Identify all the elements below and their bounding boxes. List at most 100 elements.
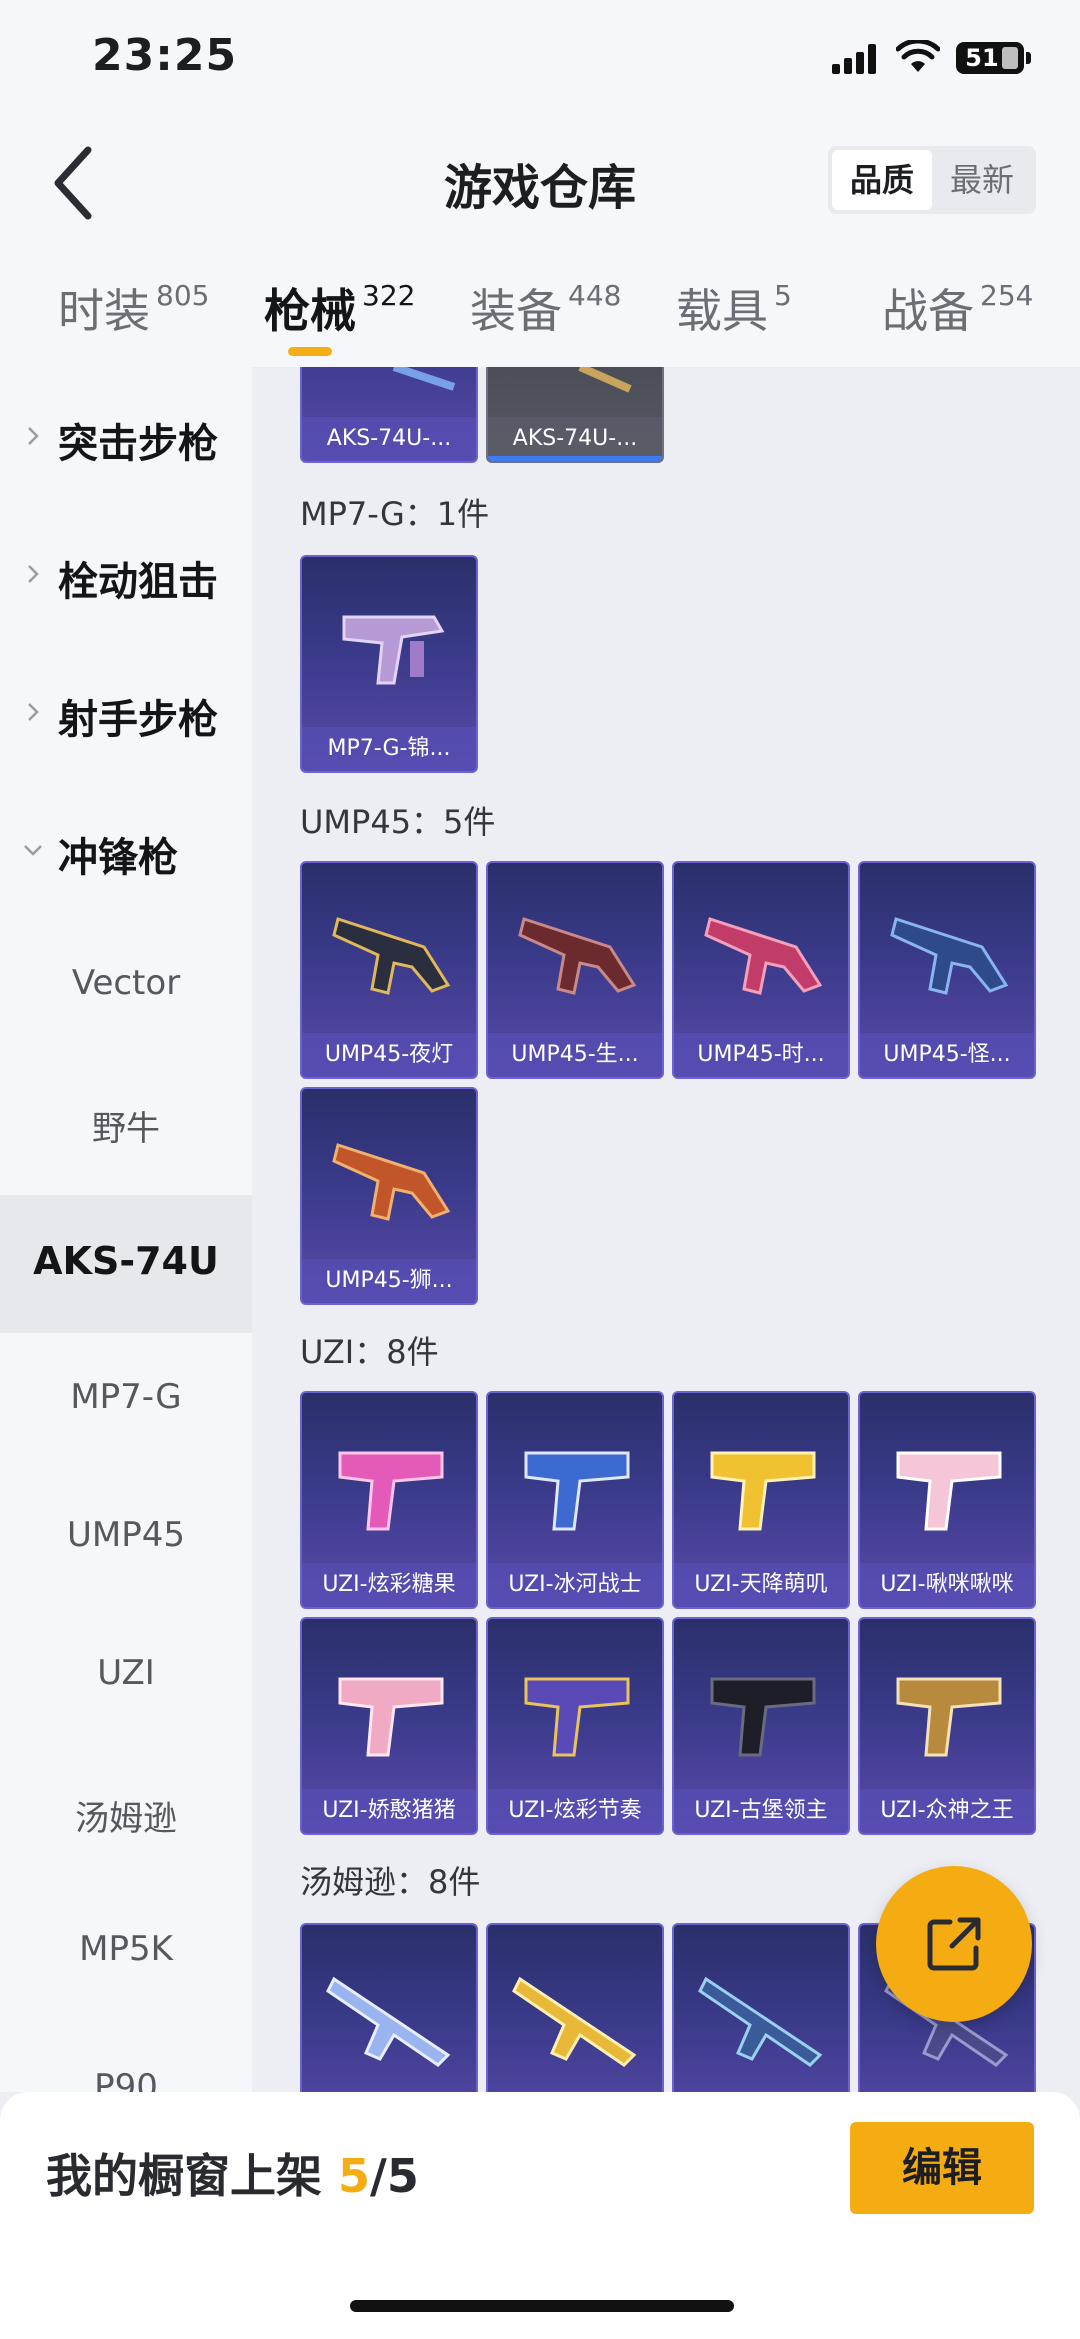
weapon-skin-image [704,917,823,995]
sidebar-item-thompson[interactable]: 汤姆逊 [0,1747,252,1885]
item-card[interactable]: UMP45-夜灯 [300,861,478,1079]
item-card[interactable]: UMP45-时... [672,861,850,1079]
item-card-label: UZI-众神之王 [860,1789,1034,1833]
sidebar-category-marksman-rifle[interactable]: 射手步枪 [0,643,252,781]
sidebar-item-aks74u[interactable]: AKS-74U [0,1195,252,1333]
sidebar-item-label: 野牛 [92,1109,160,1149]
item-card-selected[interactable]: AKS-74U-... [486,367,664,463]
tab-label: 载具 [676,284,768,338]
tab-equipment[interactable]: 装备 448 [470,275,621,345]
sidebar-item-label: AKS-74U [33,1239,219,1283]
sidebar-item-label: UMP45 [67,1515,185,1555]
section-title-thompson: 汤姆逊：8件 [300,1863,481,1901]
item-card[interactable]: UZI-天降萌叽 [672,1391,850,1609]
weapon-skin-image [710,1451,816,1531]
weapon-skin-image [710,1677,816,1757]
item-card[interactable]: UZI-众神之王 [858,1617,1036,1835]
tab-label: 枪械 [264,284,356,338]
item-card-label: UZI-冰河战士 [488,1563,662,1607]
tab-count: 448 [568,279,622,312]
tab-count: 254 [980,279,1034,312]
sidebar-category-label: 突击步枪 [58,421,218,467]
sidebar-category-smg[interactable]: 冲锋枪 [0,781,252,919]
sidebar-item-label: UZI [97,1653,155,1693]
sidebar-item-label: P90 [94,2067,158,2092]
sidebar-item-p90[interactable]: P90 [0,2023,252,2092]
item-card[interactable]: UMP45-狮... [300,1087,478,1305]
showcase-total-count: /5 [370,2149,419,2203]
item-card-label: AKS-74U-... [302,417,476,461]
item-card[interactable] [672,1923,850,2092]
item-card-label: UZI-啾咪啾咪 [860,1563,1034,1607]
item-card-label: UMP45-怪... [860,1033,1034,1077]
sidebar-item-label: 汤姆逊 [75,1799,177,1839]
showcase-current-count: 5 [338,2149,371,2203]
weapon-skin-image [896,1677,1002,1757]
section-title-uzi: UZI：8件 [300,1333,439,1371]
category-tabs: 时装 805 枪械 322 装备 448 载具 5 战备 254 [0,245,1080,367]
item-card[interactable]: UMP45-怪... [858,861,1036,1079]
sort-quality-button[interactable]: 品质 [832,150,932,210]
sidebar-item-mp7g[interactable]: MP7-G [0,1333,252,1471]
item-card-label: UZI-炫彩糖果 [302,1563,476,1607]
item-card[interactable]: UZI-啾咪啾咪 [858,1391,1036,1609]
item-card-label: UMP45-生... [488,1033,662,1077]
tab-firearms[interactable]: 枪械 322 [264,275,415,345]
sidebar-category-label: 栓动狙击 [58,559,218,605]
sort-toggle: 品质 最新 [828,146,1036,214]
weapon-skin-image [512,1976,637,2067]
sidebar-item-bison[interactable]: 野牛 [0,1057,252,1195]
item-card[interactable]: UZI-炫彩糖果 [300,1391,478,1609]
sort-latest-button[interactable]: 最新 [932,150,1032,210]
weapon-skin-image [524,1677,630,1757]
sidebar-item-ump45[interactable]: UMP45 [0,1471,252,1609]
warehouse-screen: 23:25 51 游戏仓库 品质 最新 时装805 枪械322 装备448 [0,0,1080,2339]
weapon-skin-image [332,1143,451,1221]
sidebar-item-uzi[interactable]: UZI [0,1609,252,1747]
wifi-icon [896,40,940,72]
status-bar: 23:25 51 [0,0,1080,120]
item-card[interactable]: AKS-74U-... [300,367,478,463]
weapon-skin-image [890,917,1009,995]
tab-label: 战备 [882,284,974,338]
item-card[interactable]: UZI-古堡领主 [672,1617,850,1835]
item-card[interactable]: UZI-娇憨猪猪 [300,1617,478,1835]
tab-vehicles[interactable]: 载具 5 [676,275,792,345]
item-card[interactable]: UMP45-生... [486,861,664,1079]
share-external-icon [927,1917,981,1971]
selected-underline [488,456,662,461]
status-time: 23:25 [92,30,238,81]
sidebar-category-bolt-sniper[interactable]: 栓动狙击 [0,505,252,643]
tab-supplies[interactable]: 战备 254 [882,275,1033,345]
section-title-ump45: UMP45：5件 [300,803,496,841]
cellular-signal-icon [832,44,876,74]
item-card[interactable] [486,1923,664,2092]
sidebar: 突击步枪 栓动狙击 射手步枪 冲锋枪 Vector 野牛 AKS-74U MP7… [0,367,252,2092]
sidebar-item-vector[interactable]: Vector [0,919,252,1057]
weapon-skin-image [342,615,445,685]
chevron-down-icon [24,845,42,856]
item-card-label: AKS-74U-... [488,417,662,461]
item-card[interactable]: UZI-冰河战士 [486,1391,664,1609]
sidebar-item-label: Vector [71,963,181,1003]
item-card-label: UZI-天降萌叽 [674,1563,848,1607]
item-card-label: UMP45-时... [674,1033,848,1077]
item-card-label: UZI-古堡领主 [674,1789,848,1833]
share-fab-button[interactable] [876,1866,1032,2022]
battery-cap [1026,52,1031,64]
chevron-right-icon [28,703,39,721]
showcase-label: 我的橱窗上架 [46,2149,322,2203]
weapon-skin-image [338,1677,444,1757]
tab-fashion[interactable]: 时装 805 [58,275,209,345]
weapon-skin-image [338,1451,444,1531]
item-card[interactable]: UZI-炫彩节奏 [486,1617,664,1835]
sidebar-category-assault-rifle[interactable]: 突击步枪 [0,367,252,505]
weapon-skin-image [698,1976,823,2067]
weapon-skin-image [578,367,632,393]
tab-count: 322 [362,279,416,312]
item-card[interactable] [300,1923,478,2092]
item-card-label: UZI-炫彩节奏 [488,1789,662,1833]
edit-button[interactable]: 编辑 [850,2122,1034,2214]
item-card[interactable]: MP7-G-锦... [300,555,478,773]
sidebar-item-mp5k[interactable]: MP5K [0,1885,252,2023]
